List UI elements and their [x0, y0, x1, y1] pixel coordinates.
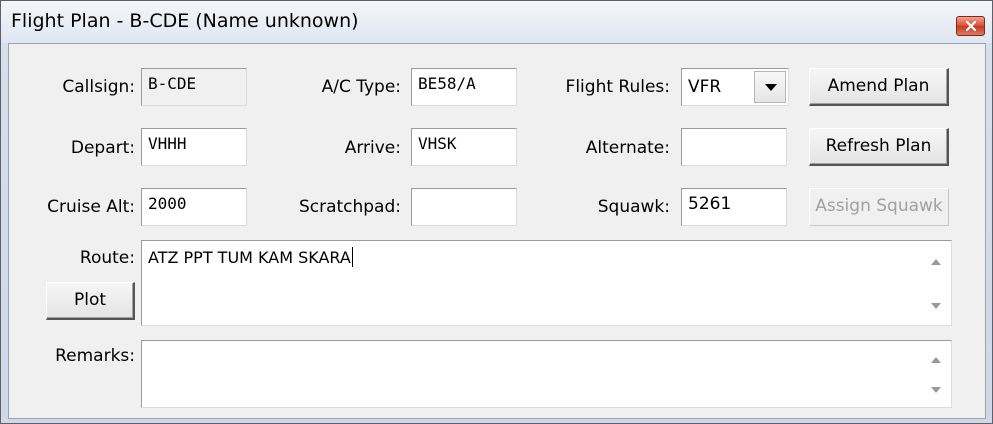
route-text: ATZ PPT TUM KAM SKARA: [148, 247, 353, 267]
flight-rules-value: VFR: [688, 77, 722, 97]
plot-button[interactable]: Plot: [46, 282, 135, 320]
dropdown-button[interactable]: [754, 71, 786, 103]
remarks-scrollbar[interactable]: [922, 341, 951, 407]
flight-rules-label: Flight Rules:: [565, 77, 670, 97]
ac-type-label: A/C Type:: [321, 77, 401, 97]
scratchpad-field[interactable]: [411, 188, 517, 226]
scroll-up-icon[interactable]: [931, 259, 941, 265]
scroll-up-icon[interactable]: [931, 357, 941, 363]
scratchpad-label: Scratchpad:: [298, 197, 401, 217]
refresh-plan-button[interactable]: Refresh Plan: [809, 128, 949, 166]
scroll-down-icon[interactable]: [931, 303, 941, 309]
chevron-down-icon: [765, 84, 777, 91]
callsign-field: B-CDE: [141, 68, 247, 106]
assign-squawk-button[interactable]: Assign Squawk: [809, 188, 949, 226]
route-textarea[interactable]: ATZ PPT TUM KAM SKARA: [141, 240, 952, 326]
route-label: Route:: [79, 248, 135, 268]
alternate-label: Alternate:: [585, 138, 670, 158]
flight-plan-form: Callsign: B-CDE A/C Type: BE58/A Flight …: [8, 43, 986, 419]
depart-label: Depart:: [70, 138, 135, 158]
remarks-label: Remarks:: [55, 346, 135, 366]
alternate-field[interactable]: [681, 128, 787, 166]
close-icon: [966, 21, 976, 31]
close-button[interactable]: [956, 16, 985, 36]
arrive-field[interactable]: VHSK: [411, 128, 517, 166]
squawk-label: Squawk:: [597, 197, 670, 217]
route-value: ATZ PPT TUM KAM SKARA: [148, 248, 351, 267]
flight-rules-select[interactable]: VFR: [681, 68, 789, 106]
depart-field[interactable]: VHHH: [141, 128, 247, 166]
amend-plan-button[interactable]: Amend Plan: [809, 68, 949, 106]
arrive-label: Arrive:: [344, 138, 401, 158]
cruise-alt-field[interactable]: 2000: [141, 188, 247, 226]
cruise-alt-label: Cruise Alt:: [47, 197, 135, 217]
flight-plan-window: Flight Plan - B-CDE (Name unknown) Calls…: [0, 0, 993, 424]
callsign-label: Callsign:: [62, 77, 135, 97]
title-bar[interactable]: Flight Plan - B-CDE (Name unknown): [1, 1, 992, 43]
route-scrollbar[interactable]: [922, 241, 951, 325]
squawk-field[interactable]: 5261: [681, 188, 787, 226]
remarks-textarea[interactable]: [141, 340, 952, 408]
text-caret: [351, 247, 353, 267]
window-title: Flight Plan - B-CDE (Name unknown): [11, 10, 359, 32]
scroll-down-icon[interactable]: [931, 387, 941, 393]
ac-type-field[interactable]: BE58/A: [411, 68, 517, 106]
